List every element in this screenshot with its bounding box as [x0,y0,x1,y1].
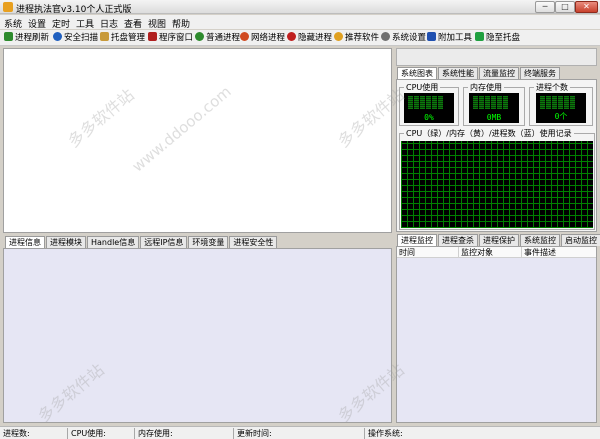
memory-meter-bars [473,96,509,109]
tab-process-info[interactable]: 进程信息 [5,236,45,248]
menu-help[interactable]: 帮助 [172,17,190,30]
tray-manage-button[interactable]: 托盘管理 [100,32,145,44]
process-count-meter-bars [540,96,576,109]
monitor-control-tabs: 进程监控 进程查杀 进程保护 系统监控 启动监控 [397,234,600,246]
tray-icon [100,32,109,41]
tab-system-monitor[interactable]: 系统监控 [520,234,560,246]
status-update-time: 更新时间: [237,429,272,438]
hide-to-tray-button[interactable]: 隐至托盘 [475,32,520,44]
refresh-process-button[interactable]: 进程刷新 [4,32,49,44]
tab-process-kill[interactable]: 进程查杀 [438,234,478,246]
menu-view[interactable]: 查看 [124,17,142,30]
process-list-panel[interactable] [3,48,392,233]
extra-tools-button[interactable]: 附加工具 [427,32,472,44]
normal-process-button[interactable]: 普通进程 [195,32,240,44]
monitor-tabs: 系统图表 系统性能 流量监控 终端服务 [397,67,561,79]
tab-traffic-monitor[interactable]: 流量监控 [479,67,519,79]
memory-value: 0MB [486,113,502,122]
status-bar: 进程数: CPU使用: 内存使用: 更新时间: 操作系统: [0,426,600,439]
hidden-process-icon [287,32,296,41]
program-window-button[interactable]: 程序窗口 [148,32,193,44]
menu-bar: 系统 设置 定时 工具 日志 查看 视图 帮助 [0,15,600,30]
menu-display[interactable]: 视图 [148,17,166,30]
cpu-meter: 0% [404,93,454,123]
usage-history-graph [401,141,593,228]
status-process-count: 进程数: [3,429,30,438]
tab-process-monitor[interactable]: 进程监控 [397,234,437,246]
tab-terminal-service[interactable]: 终端服务 [520,67,560,79]
column-event-description[interactable]: 事件描述 [522,247,596,257]
process-count-value: 0个 [554,112,568,121]
title-bar: 进程执法官v3.10个人正式版 ─ □ ✕ [0,0,600,15]
usage-history-label: CPU（绿）/内存（黄）/进程数（蓝）使用记录 [404,128,574,139]
status-cpu-usage: CPU使用: [71,429,106,438]
memory-usage-group: 内存使用 0MB [463,82,525,126]
hide-to-tray-icon [475,32,484,41]
system-chart-panel: CPU使用 0% 内存使用 0MB 进程个数 0个 CPU（绿）/内存（黄）/进… [396,79,597,232]
process-detail-panel[interactable] [3,248,392,423]
status-separator [364,428,365,439]
event-list-header: 时间 监控对象 事件描述 [397,247,596,258]
network-process-button[interactable]: 网络进程 [240,32,285,44]
tools-icon [427,32,436,41]
menu-tools[interactable]: 工具 [76,17,94,30]
menu-log[interactable]: 日志 [100,17,118,30]
status-separator [67,428,68,439]
process-detail-tabs: 进程信息 进程模块 Handle信息 远程IP信息 环境变量 进程安全性 [5,236,278,248]
monitor-event-list[interactable]: 时间 监控对象 事件描述 [396,246,597,423]
tab-system-chart[interactable]: 系统图表 [397,67,437,79]
tab-process-modules[interactable]: 进程模块 [46,236,86,248]
tab-handle-info[interactable]: Handle信息 [87,236,140,248]
cpu-usage-group: CPU使用 0% [399,82,459,126]
tab-system-performance[interactable]: 系统性能 [438,67,478,79]
process-count-group: 进程个数 0个 [529,82,593,126]
column-time[interactable]: 时间 [397,247,459,257]
memory-meter: 0MB [469,93,519,123]
tab-startup-monitor[interactable]: 启动监控 [561,234,600,246]
cpu-meter-bars [408,96,444,109]
window-icon [148,32,157,41]
cpu-usage-label: CPU使用 [404,82,441,93]
security-scan-button[interactable]: 安全扫描 [53,32,98,44]
tab-remote-ip-info[interactable]: 远程IP信息 [140,236,188,248]
right-top-panel [396,48,597,66]
tab-process-security[interactable]: 进程安全性 [229,236,278,248]
menu-settings[interactable]: 设置 [28,17,46,30]
network-icon [240,32,249,41]
event-list-body[interactable] [397,258,596,422]
system-settings-button[interactable]: 系统设置 [381,32,426,44]
hidden-process-button[interactable]: 隐藏进程 [287,32,332,44]
usage-history-group: CPU（绿）/内存（黄）/进程数（蓝）使用记录 [399,128,595,230]
memory-usage-label: 内存使用 [468,82,504,93]
status-separator [134,428,135,439]
app-icon [3,2,13,12]
scan-icon [53,32,62,41]
process-icon [195,32,204,41]
process-count-label: 进程个数 [534,82,570,93]
window-title: 进程执法官v3.10个人正式版 [16,5,132,15]
recommend-icon [334,32,343,41]
recommend-software-button[interactable]: 推荐软件 [334,32,379,44]
tab-environment-variables[interactable]: 环境变量 [188,236,229,248]
cpu-value: 0% [424,113,434,122]
menu-system[interactable]: 系统 [4,17,22,30]
process-count-meter: 0个 [536,93,586,123]
tab-process-protect[interactable]: 进程保护 [479,234,519,246]
status-separator [233,428,234,439]
refresh-icon [4,32,13,41]
settings-icon [381,32,390,41]
minimize-button[interactable]: ─ [535,1,555,13]
menu-timer[interactable]: 定时 [52,17,70,30]
status-os: 操作系统: [368,429,403,438]
column-monitor-target[interactable]: 监控对象 [459,247,522,257]
close-button[interactable]: ✕ [575,1,598,13]
status-memory-usage: 内存使用: [138,429,173,438]
toolbar: 进程刷新 安全扫描 托盘管理 程序窗口 普通进程 网络进程 隐藏进程 推荐软件 … [0,30,600,46]
maximize-button[interactable]: □ [555,1,575,13]
